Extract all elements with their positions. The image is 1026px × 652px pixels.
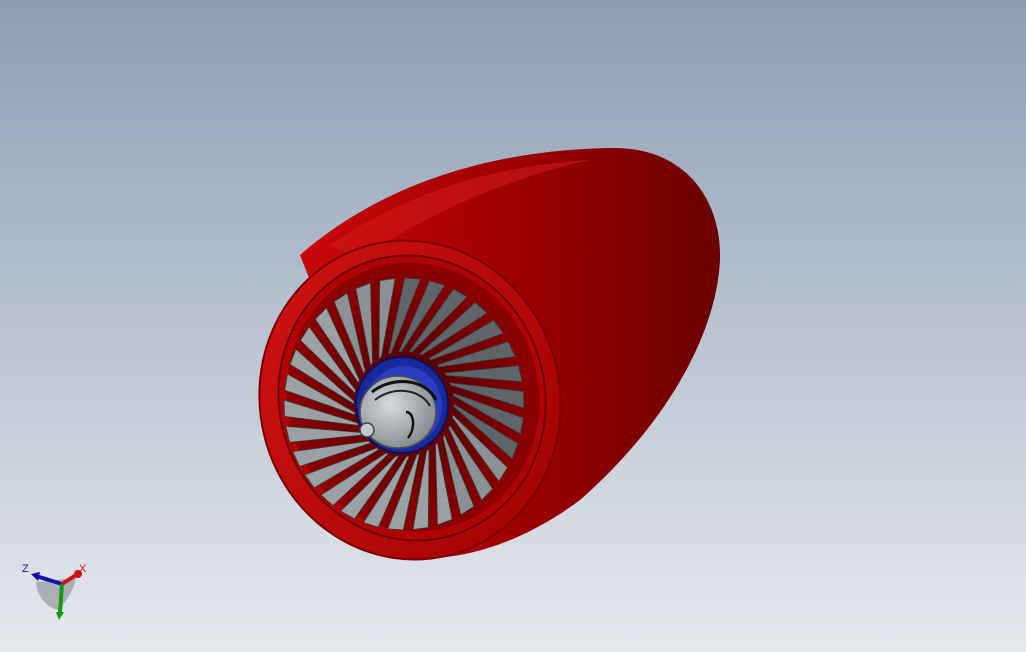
z-axis-arrowhead-icon [31, 572, 40, 581]
x-axis-label: X [79, 563, 87, 575]
y-axis-arrowhead-icon [56, 612, 64, 620]
z-axis-label: Z [22, 563, 29, 575]
orientation-triad: Z X [16, 556, 96, 628]
y-axis-icon [58, 583, 64, 613]
model-scene[interactable] [0, 0, 1026, 652]
graphics-viewport[interactable]: Z X [0, 0, 1026, 652]
spinner-tip [359, 422, 375, 438]
